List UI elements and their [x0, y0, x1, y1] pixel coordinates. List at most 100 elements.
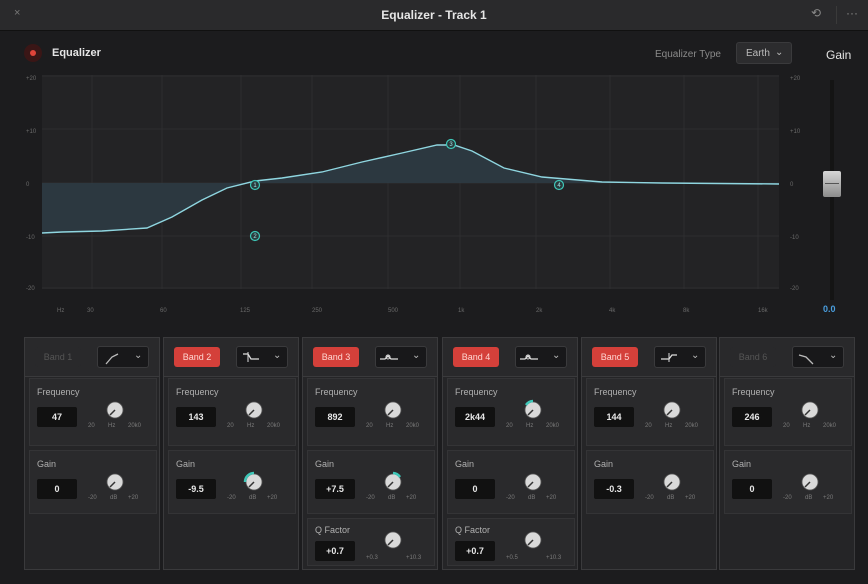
gain-value[interactable]: -0.3	[594, 479, 634, 499]
gain-fader-handle[interactable]	[823, 171, 841, 197]
band-header: Band 4 ⌄	[443, 338, 577, 377]
band-panel-4: Band 4 ⌄ Frequency 2k44 20 Hz 20k0 Gain 0 -20 dB +2…	[442, 337, 578, 570]
band-enable-button[interactable]: Band 6	[730, 347, 776, 367]
frequency-section: Frequency 144 20 Hz 20k0	[586, 378, 714, 446]
y-axis-tick-label: -20	[26, 286, 35, 292]
power-icon	[30, 50, 36, 56]
band-shape-select[interactable]: ⌄	[236, 346, 288, 368]
options-menu-icon[interactable]: ···	[846, 6, 858, 20]
gain-section: Gain -0.3 -20 dB +20	[586, 450, 714, 514]
gain-knob[interactable]	[661, 471, 683, 493]
band-header: Band 5 ⌄	[582, 338, 716, 377]
equalizer-label: Equalizer	[52, 47, 101, 59]
frequency-knob[interactable]	[522, 399, 544, 421]
x-axis-tick-label: 16k	[758, 308, 768, 314]
band-shape-select[interactable]: ⌄	[792, 346, 844, 368]
gain-value[interactable]: 0	[732, 479, 772, 499]
y-axis-tick-label: -10	[790, 235, 799, 241]
frequency-value[interactable]: 47	[37, 407, 77, 427]
frequency-value[interactable]: 2k44	[455, 407, 495, 427]
chevron-down-icon: ⌄	[134, 350, 143, 361]
q-factor-label: Q Factor	[455, 525, 491, 535]
band-panel-1: Band 1 ⌄ Frequency 47 20 Hz 20k0 Gain 0 -20 dB +20	[24, 337, 160, 570]
frequency-knob[interactable]	[243, 399, 265, 421]
high-cut-icon	[793, 354, 821, 371]
frequency-label: Frequency	[732, 387, 775, 397]
band-shape-select[interactable]: ⌄	[654, 346, 706, 368]
gain-knob[interactable]	[104, 471, 126, 493]
band-enable-button[interactable]: Band 1	[35, 347, 81, 367]
low-shelf-icon	[237, 352, 265, 371]
frequency-label: Frequency	[315, 387, 358, 397]
chevron-down-icon: ⌄	[552, 350, 561, 361]
eq-curve-plot: 1234	[41, 75, 780, 289]
gain-value[interactable]: 0	[455, 479, 495, 499]
gain-label: Gain	[594, 459, 614, 469]
frequency-label: Frequency	[594, 387, 637, 397]
equalizer-type-select[interactable]: Earth ⌄	[736, 42, 792, 64]
low-cut-icon	[98, 353, 126, 371]
frequency-section: Frequency 246 20 Hz 20k0	[724, 378, 852, 446]
y-axis-tick-label: -20	[790, 286, 799, 292]
band-enable-button[interactable]: Band 2	[174, 347, 220, 367]
eq-graph[interactable]: 1234	[41, 75, 780, 289]
high-shelf-icon	[655, 353, 683, 371]
q-factor-knob[interactable]	[522, 529, 544, 551]
frequency-knob[interactable]	[661, 399, 683, 421]
gain-knob[interactable]	[382, 471, 404, 493]
gain-section: Gain -9.5 -20 dB +20	[168, 450, 296, 514]
frequency-value[interactable]: 246	[732, 407, 772, 427]
q-factor-knob[interactable]	[382, 529, 404, 551]
gain-knob[interactable]	[243, 471, 265, 493]
frequency-knob[interactable]	[382, 399, 404, 421]
frequency-value[interactable]: 143	[176, 407, 216, 427]
band-shape-select[interactable]: ⌄	[97, 346, 149, 368]
q-factor-value[interactable]: +0.7	[315, 541, 355, 561]
title-divider	[836, 6, 837, 24]
gain-section: Gain 0 -20 dB +20	[29, 450, 157, 514]
frequency-value[interactable]: 892	[315, 407, 355, 427]
band-panel-3: Band 3 ⌄ Frequency 892 20 Hz 20k0 Gain +7.5 -20 dB…	[302, 337, 438, 570]
equalizer-enable-toggle[interactable]	[24, 44, 42, 62]
frequency-knob[interactable]	[799, 399, 821, 421]
gain-label: Gain	[732, 459, 752, 469]
gain-label: Gain	[37, 459, 57, 469]
band-header: Band 2 ⌄	[164, 338, 298, 377]
x-axis-tick-label: 500	[388, 308, 399, 314]
gain-value: 0.0	[823, 304, 836, 314]
gain-section: Gain +7.5 -20 dB +20	[307, 450, 435, 514]
gain-label: Gain	[315, 459, 335, 469]
frequency-knob[interactable]	[104, 399, 126, 421]
y-axis-tick-label: -10	[26, 235, 35, 241]
gain-label: Gain	[455, 459, 475, 469]
gain-section: Gain 0 -20 dB +20	[724, 450, 852, 514]
x-axis-tick-label: 250	[312, 308, 323, 314]
frequency-label: Frequency	[176, 387, 219, 397]
frequency-value[interactable]: 144	[594, 407, 634, 427]
chevron-down-icon: ⌄	[412, 350, 421, 361]
frequency-section: Frequency 47 20 Hz 20k0	[29, 378, 157, 446]
gain-value[interactable]: +7.5	[315, 479, 355, 499]
band-enable-button[interactable]: Band 5	[592, 347, 638, 367]
x-axis-tick-label: 2k	[536, 308, 543, 314]
x-axis-tick-label: Hz	[57, 308, 65, 314]
band-panel-5: Band 5 ⌄ Frequency 144 20 Hz 20k0 Gain -0.3 -20 dB…	[581, 337, 717, 570]
x-axis-tick-label: 4k	[609, 308, 616, 314]
y-axis-tick-label: +20	[790, 76, 801, 82]
window-title: Equalizer - Track 1	[381, 8, 487, 22]
band-panel-2: Band 2 ⌄ Frequency 143 20 Hz 20k0 Gain -9.5 -20 dB…	[163, 337, 299, 570]
band-shape-select[interactable]: ⌄	[375, 346, 427, 368]
gain-knob[interactable]	[522, 471, 544, 493]
gain-knob[interactable]	[799, 471, 821, 493]
band-enable-button[interactable]: Band 3	[313, 347, 359, 367]
gain-value[interactable]: -9.5	[176, 479, 216, 499]
q-factor-value[interactable]: +0.7	[455, 541, 495, 561]
gain-label: Gain	[826, 48, 852, 62]
gain-value[interactable]: 0	[37, 479, 77, 499]
band-header: Band 1 ⌄	[25, 338, 159, 377]
reset-icon[interactable]: ⟲	[811, 6, 821, 20]
y-axis-tick-label: +20	[26, 76, 37, 82]
band-shape-select[interactable]: ⌄	[515, 346, 567, 368]
band-header: Band 6 ⌄	[720, 338, 854, 377]
band-enable-button[interactable]: Band 4	[453, 347, 499, 367]
